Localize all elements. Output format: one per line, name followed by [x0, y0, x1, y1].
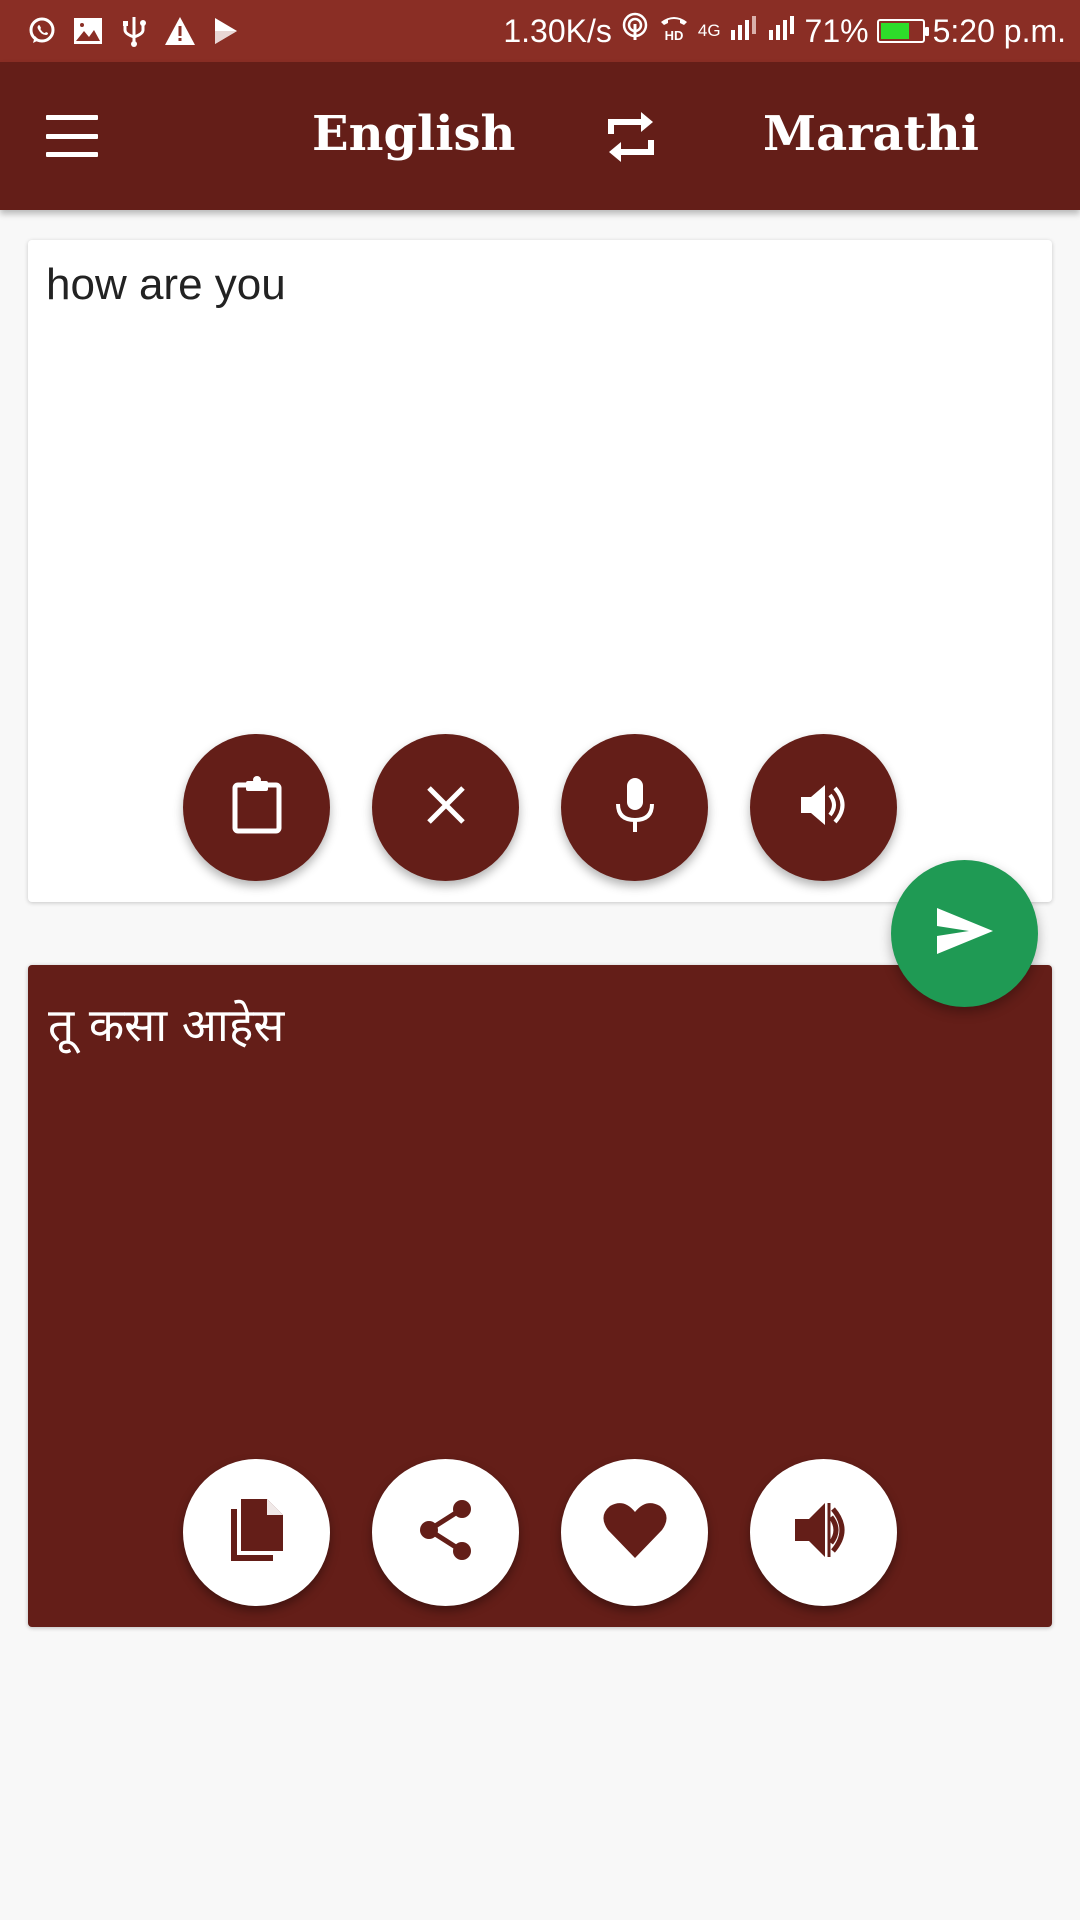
- clear-button[interactable]: [372, 734, 519, 881]
- share-button[interactable]: [372, 1459, 519, 1606]
- copy-button[interactable]: [183, 1459, 330, 1606]
- share-icon: [418, 1499, 474, 1566]
- hd-voice-icon: HD: [658, 12, 690, 50]
- target-language-selector[interactable]: Marathi: [763, 106, 979, 162]
- output-card: तू कसा आहेस: [28, 965, 1052, 1627]
- favorite-button[interactable]: [561, 1459, 708, 1606]
- input-card: how are you: [28, 240, 1052, 902]
- input-actions: [183, 734, 897, 881]
- voice-input-button[interactable]: [561, 734, 708, 881]
- signal-sim2-icon: [767, 13, 797, 50]
- speaker-icon: [797, 780, 851, 835]
- usb-icon: [118, 15, 150, 47]
- translate-button[interactable]: [891, 860, 1038, 1007]
- whatsapp-icon: [26, 15, 58, 47]
- warning-icon: [164, 15, 196, 47]
- send-icon: [935, 906, 995, 961]
- status-bar: 1.30K/s HD 4G 71% 5:20 p.m.: [0, 0, 1080, 62]
- heart-icon: [602, 1500, 668, 1565]
- signal-sim1-icon: [729, 13, 759, 50]
- image-icon: [72, 15, 104, 47]
- battery-percent: 71%: [804, 12, 869, 49]
- output-actions: [183, 1459, 897, 1606]
- app-bar: English Marathi: [0, 62, 1080, 210]
- copy-icon: [227, 1497, 287, 1568]
- hamburger-menu-icon[interactable]: [40, 111, 104, 161]
- paste-button[interactable]: [183, 734, 330, 881]
- speak-input-button[interactable]: [750, 734, 897, 881]
- system-status: 1.30K/s HD 4G 71% 5:20 p.m.: [503, 0, 1066, 62]
- source-text-input[interactable]: how are you: [46, 260, 286, 310]
- notification-icons: [0, 15, 242, 47]
- speak-output-button[interactable]: [750, 1459, 897, 1606]
- close-icon: [424, 783, 468, 832]
- microphone-icon: [613, 776, 657, 839]
- network-speed: 1.30K/s: [503, 12, 612, 49]
- speaker-icon: [791, 1499, 857, 1566]
- network-type: 4G: [697, 21, 721, 40]
- clipboard-icon: [229, 775, 285, 840]
- battery-icon: [876, 19, 929, 43]
- svg-text:HD: HD: [664, 28, 683, 42]
- source-language-selector[interactable]: English: [312, 106, 515, 162]
- swap-languages-icon[interactable]: [600, 108, 662, 166]
- clock: 5:20 p.m.: [932, 12, 1066, 49]
- translated-text: तू कसा आहेस: [48, 998, 285, 1052]
- play-store-icon: [210, 15, 242, 47]
- hotspot-icon: [620, 12, 650, 50]
- battery-level: [880, 23, 909, 39]
